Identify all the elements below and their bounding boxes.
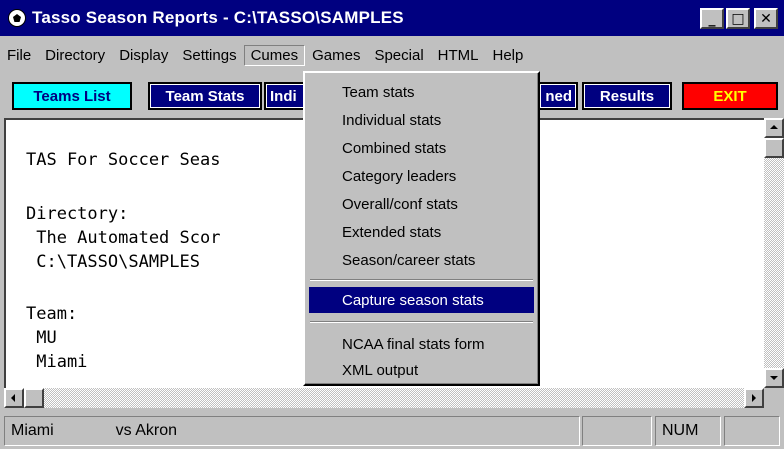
menu-item-extended-stats[interactable]: Extended stats: [309, 219, 534, 245]
window-title: Tasso Season Reports - C:\TASSO\SAMPLES: [32, 8, 404, 27]
menu-html[interactable]: HTML: [431, 45, 486, 66]
menu-item-individual-stats[interactable]: Individual stats: [309, 107, 534, 133]
scroll-up-button[interactable]: [764, 118, 784, 138]
directory-path: C:\TASSO\SAMPLES: [26, 252, 200, 272]
team-stats-button[interactable]: Team Stats: [148, 82, 262, 110]
horizontal-scrollbar[interactable]: [4, 388, 764, 408]
menu-display[interactable]: Display: [112, 45, 175, 66]
results-button[interactable]: Results: [582, 82, 672, 110]
arrow-right-icon: [752, 394, 756, 402]
arrow-up-icon: [770, 125, 778, 129]
status-team: Miami: [11, 422, 54, 439]
status-bar: Miami vs Akron NUM: [0, 412, 784, 449]
scroll-right-button[interactable]: [744, 388, 764, 408]
menu-cumes[interactable]: Cumes: [243, 44, 306, 66]
menu-item-category-leaders[interactable]: Category leaders: [309, 163, 534, 189]
menu-bar: File Directory Display Settings Cumes Ga…: [0, 42, 530, 68]
status-panel-extra: [724, 416, 780, 446]
teams-list-button[interactable]: Teams List: [12, 82, 132, 110]
status-num-lock: NUM: [655, 416, 721, 446]
menu-directory[interactable]: Directory: [38, 45, 112, 66]
status-game: vs Akron: [115, 422, 178, 439]
directory-name: The Automated Scor: [26, 228, 221, 248]
menu-settings[interactable]: Settings: [175, 45, 243, 66]
scrollbar-corner: [764, 388, 784, 408]
maximize-button[interactable]: □: [726, 8, 750, 29]
menu-item-capture-season-stats[interactable]: Capture season stats: [309, 287, 534, 313]
menu-games[interactable]: Games: [305, 45, 367, 66]
menu-special[interactable]: Special: [367, 45, 430, 66]
scroll-left-button[interactable]: [4, 388, 24, 408]
menu-item-combined-stats[interactable]: Combined stats: [309, 135, 534, 161]
cumes-dropdown-menu: Team stats Individual stats Combined sta…: [303, 71, 540, 386]
report-title-line: TAS For Soccer Seas: [26, 150, 221, 170]
window-controls: _ □ ✕: [700, 8, 778, 29]
soccer-ball-icon[interactable]: [8, 9, 26, 27]
horizontal-scroll-thumb[interactable]: [24, 388, 44, 408]
exit-button[interactable]: EXIT: [682, 82, 778, 110]
team-code: MU: [26, 328, 57, 348]
combined-stats-button[interactable]: ned: [538, 82, 578, 110]
arrow-left-icon: [11, 394, 15, 402]
directory-heading: Directory:: [26, 204, 129, 224]
arrow-down-icon: [770, 376, 778, 380]
vertical-scrollbar[interactable]: [764, 118, 784, 390]
close-button[interactable]: ✕: [754, 8, 778, 29]
scroll-down-button[interactable]: [764, 368, 784, 388]
title-bar: Tasso Season Reports - C:\TASSO\SAMPLES …: [0, 0, 784, 36]
menu-item-team-stats[interactable]: Team stats: [309, 79, 534, 105]
menu-item-overall-conf-stats[interactable]: Overall/conf stats: [309, 191, 534, 217]
menu-file[interactable]: File: [0, 45, 38, 66]
menu-separator: [310, 321, 533, 323]
menu-item-xml-output[interactable]: XML output: [309, 357, 534, 383]
menu-item-season-career-stats[interactable]: Season/career stats: [309, 247, 534, 273]
menu-help[interactable]: Help: [486, 45, 531, 66]
minimize-button[interactable]: _: [700, 8, 724, 29]
status-panel-empty: [582, 416, 652, 446]
vertical-scroll-thumb[interactable]: [764, 138, 784, 158]
menu-item-ncaa-final-stats-form[interactable]: NCAA final stats form: [309, 331, 534, 357]
status-panel-main: Miami vs Akron: [4, 416, 580, 446]
team-heading: Team:: [26, 304, 78, 324]
individual-stats-button[interactable]: Indi: [264, 82, 308, 110]
menu-separator: [310, 279, 533, 281]
team-name: Miami: [26, 352, 88, 372]
